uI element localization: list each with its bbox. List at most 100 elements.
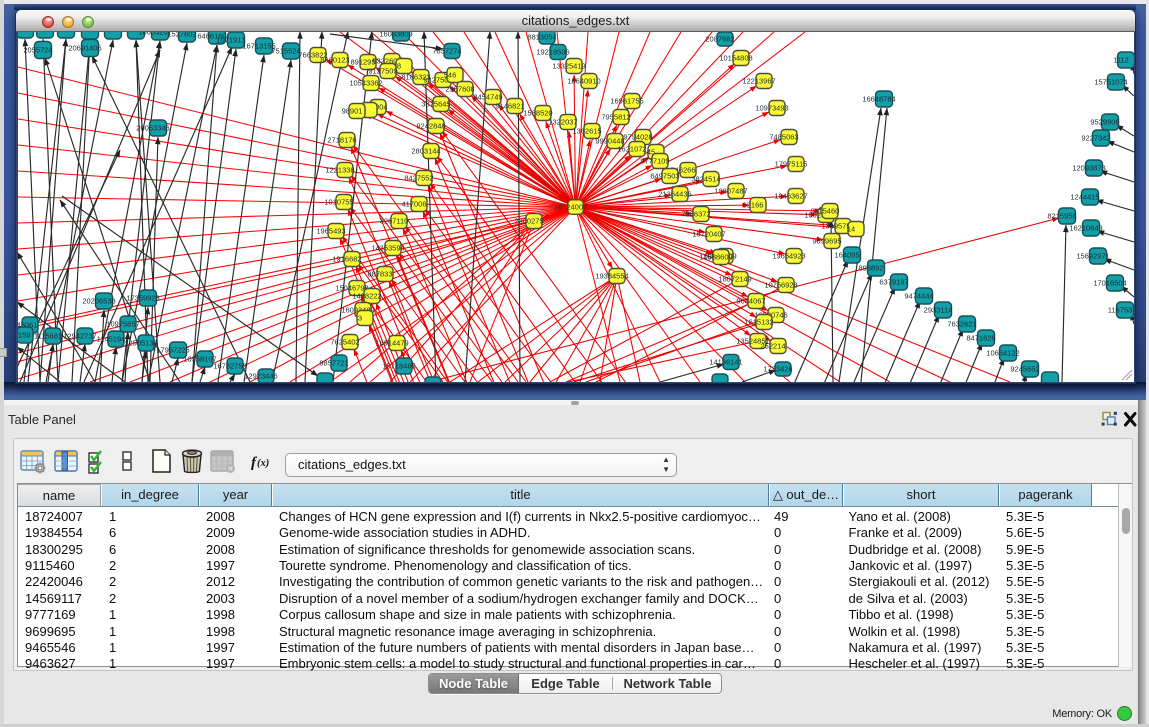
svg-text:16914479: 16914479 — [375, 339, 408, 348]
svg-text:7632621: 7632621 — [947, 320, 976, 329]
svg-text:3: 3 — [358, 314, 362, 323]
svg-text:18640910: 18640910 — [567, 77, 600, 86]
svg-text:417006: 417006 — [401, 200, 426, 209]
svg-text:13325419: 13325419 — [552, 62, 585, 71]
svg-text:16961755: 16961755 — [610, 97, 643, 106]
svg-text:14353594: 14353594 — [371, 244, 404, 253]
svg-text:15692971: 15692971 — [1076, 252, 1109, 261]
svg-text:17016504: 17016504 — [1093, 279, 1126, 288]
svg-text:10654122: 10654122 — [986, 349, 1019, 358]
svg-text:19218506: 19218506 — [536, 48, 569, 57]
svg-text:1071913: 1071913 — [216, 36, 245, 45]
svg-text:1221338: 1221338 — [325, 166, 354, 175]
svg-text:1112: 1112 — [1113, 56, 1129, 65]
svg-text:6497503: 6497503 — [650, 172, 679, 181]
svg-text:8660123: 8660123 — [320, 56, 349, 65]
svg-text:7986372: 7986372 — [681, 210, 710, 219]
svg-text:2933114: 2933114 — [924, 306, 953, 315]
svg-text:18072149: 18072149 — [718, 275, 751, 284]
svg-text:98901: 98901 — [342, 107, 363, 116]
svg-text:1965493: 1965493 — [316, 227, 345, 236]
svg-text:19463627: 19463627 — [774, 192, 807, 201]
svg-text:2967608: 2967608 — [445, 85, 474, 94]
svg-text:2055724: 2055724 — [23, 46, 52, 55]
svg-text:9699695: 9699695 — [812, 237, 841, 246]
svg-text:9857721: 9857721 — [319, 359, 348, 368]
svg-text:12213967: 12213967 — [742, 77, 775, 86]
svg-text:9242848: 9242848 — [416, 122, 445, 131]
svg-text:8427552: 8427552 — [404, 174, 433, 183]
svg-text:164095: 164095 — [834, 251, 859, 260]
svg-text:10807487: 10807487 — [714, 187, 747, 196]
svg-text:2803144: 2803144 — [411, 147, 440, 156]
svg-text:2300275: 2300275 — [514, 217, 543, 226]
svg-text:10973493: 10973493 — [755, 104, 788, 113]
svg-text:14136141: 14136141 — [709, 358, 742, 367]
svg-text:1244415: 1244415 — [1070, 193, 1099, 202]
svg-text:15751074: 15751074 — [1094, 78, 1127, 87]
svg-text:9794028: 9794028 — [623, 133, 652, 142]
svg-text:2718176: 2718176 — [327, 136, 356, 145]
svg-text:1010755: 1010755 — [324, 198, 353, 207]
svg-text:1145194: 1145194 — [97, 335, 126, 344]
svg-text:1621072: 1621072 — [617, 145, 646, 154]
svg-text:10975857: 10975857 — [106, 320, 139, 329]
svg-text:(x): (x) — [257, 458, 269, 469]
svg-text:9529906: 9529906 — [1090, 118, 1119, 127]
svg-text:16648784: 16648784 — [862, 95, 895, 104]
svg-text:17975115: 17975115 — [775, 160, 808, 169]
svg-text:1498222: 1498222 — [352, 292, 381, 301]
svg-text:9127509: 9127509 — [368, 67, 397, 76]
svg-text:12093873: 12093873 — [1072, 164, 1105, 173]
svg-text:12505135: 12505135 — [124, 339, 157, 348]
svg-text:7857274: 7857274 — [432, 47, 461, 56]
svg-text:21364436: 21364436 — [658, 190, 691, 199]
svg-text:12923446: 12923446 — [244, 372, 277, 381]
svg-text:6379197: 6379197 — [879, 278, 908, 287]
svg-text:116753: 116753 — [1108, 306, 1132, 315]
svg-text:17957225: 17957225 — [156, 346, 189, 355]
svg-text:1322037: 1322037 — [548, 118, 577, 127]
svg-text:1615132: 1615132 — [744, 318, 773, 327]
svg-text:8454749: 8454749 — [473, 93, 502, 102]
svg-text:1588520: 1588520 — [523, 109, 552, 118]
svg-text:19384554: 19384554 — [595, 272, 628, 281]
svg-text:17359928: 17359928 — [126, 294, 159, 303]
svg-text:15720407: 15720407 — [692, 230, 725, 239]
svg-text:252214: 252214 — [760, 342, 785, 351]
svg-text:1115681: 1115681 — [34, 332, 62, 341]
svg-text:10543362: 10543362 — [349, 79, 382, 88]
svg-text:8813054: 8813054 — [527, 33, 556, 42]
svg-text:10154808: 10154808 — [719, 54, 752, 63]
svg-text:3267110: 3267110 — [380, 217, 409, 226]
svg-text:9474444: 9474444 — [904, 292, 933, 301]
svg-text:3824514: 3824514 — [691, 175, 720, 184]
svg-text:2087682: 2087682 — [705, 35, 734, 44]
svg-text:893892: 893892 — [858, 264, 883, 273]
svg-text:1916682: 1916682 — [332, 255, 361, 264]
svg-text:9777109: 9777109 — [640, 157, 669, 166]
svg-text:10958107: 10958107 — [183, 355, 216, 364]
svg-text:7485063: 7485063 — [769, 133, 798, 142]
svg-text:16782759: 16782759 — [213, 362, 246, 371]
svg-text:9245652: 9245652 — [1010, 365, 1039, 374]
svg-text:1362615: 1362615 — [572, 127, 601, 136]
svg-text:62166: 62166 — [743, 201, 764, 210]
svg-text:20691406: 20691406 — [68, 44, 101, 53]
svg-text:10756928: 10756928 — [764, 281, 797, 290]
svg-text:12942737: 12942737 — [63, 332, 96, 341]
svg-text:9227342: 9227342 — [1081, 134, 1110, 143]
svg-text:3875645: 3875645 — [421, 100, 450, 109]
svg-text:10688609: 10688609 — [699, 253, 732, 262]
svg-text:887833: 887833 — [367, 270, 392, 279]
svg-text:15718485: 15718485 — [382, 362, 415, 371]
svg-text:20206538: 20206538 — [82, 297, 115, 306]
svg-text:7625402: 7625402 — [330, 338, 359, 347]
svg-text:7955812: 7955812 — [601, 113, 630, 122]
svg-text:9115460: 9115460 — [811, 207, 840, 216]
svg-text:8471626: 8471626 — [966, 334, 995, 343]
svg-text:16210643: 16210643 — [1069, 224, 1102, 233]
svg-text:39159: 39159 — [18, 331, 30, 340]
svg-text:8215958: 8215958 — [1047, 212, 1076, 221]
svg-text:16033809: 16033809 — [379, 32, 412, 39]
